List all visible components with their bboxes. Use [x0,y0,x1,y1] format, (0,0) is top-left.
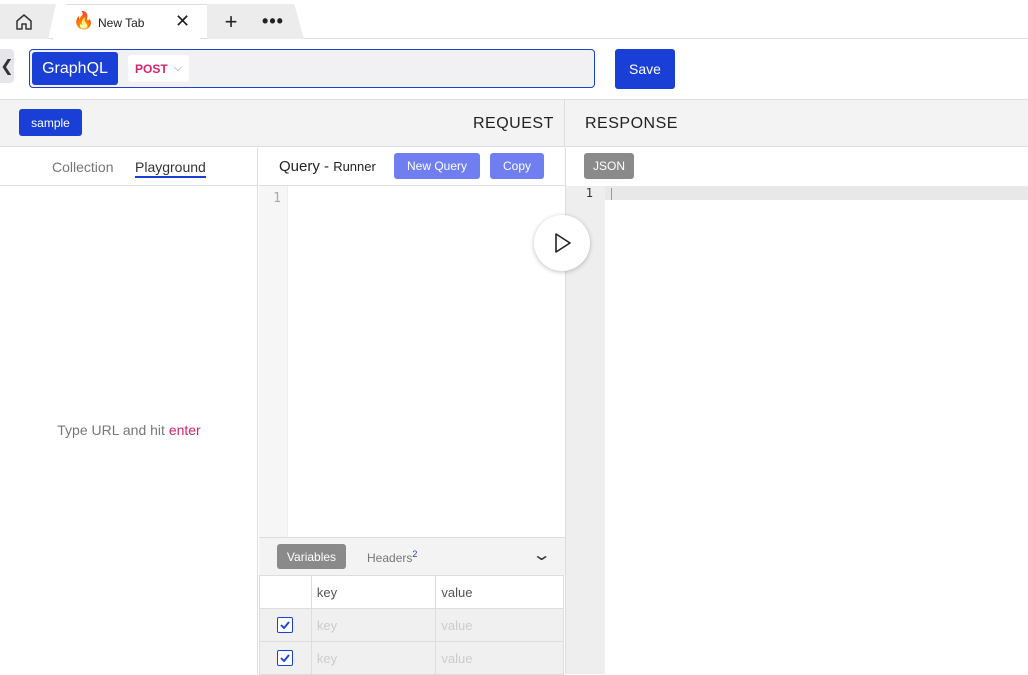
table-row: key value [259,641,564,675]
query-title-text: Query - [279,158,330,175]
variables-bar: Variables Headers2 ⌄ [259,537,565,575]
active-tab[interactable]: 🔥 New Tab ✕ [52,4,212,40]
new-query-button[interactable]: New Query [394,153,480,179]
variables-table: key value key value key value [259,575,564,675]
tab-variables[interactable]: Variables [277,544,346,569]
request-title: REQUEST [473,115,554,132]
new-tab-button[interactable]: + [207,4,255,39]
save-button[interactable]: Save [615,49,675,89]
query-runner-link[interactable]: Runner [333,159,376,174]
json-format-button[interactable]: JSON [584,153,634,179]
value-field[interactable]: value [435,641,564,675]
key-field[interactable]: key [310,641,437,675]
close-icon[interactable]: ✕ [175,11,190,31]
text-cursor [611,188,612,200]
section-header: sample REQUEST RESPONSE [0,100,1028,147]
query-line-gutter: 1 [259,186,288,537]
method-label: POST [134,61,168,76]
line-number: 1 [585,186,593,200]
copy-button[interactable]: Copy [490,153,544,179]
value-field[interactable]: value [435,608,564,642]
play-icon [555,233,571,253]
hint-text: Type URL and hit [57,422,165,438]
method-select[interactable]: POST ⌵ [128,55,189,82]
table-row: key value [259,608,564,642]
check-icon [280,620,291,629]
fire-icon: 🔥 [73,11,95,30]
tab-collection[interactable]: Collection [52,159,113,175]
query-title: Query - Runner [279,158,376,175]
headers-count-badge: 2 [412,549,418,559]
url-row: ❮ GraphQL POST ⌵ Save [0,40,1028,100]
hint-key: enter [168,422,201,438]
checkbox-cell [259,608,312,642]
divider [564,100,565,147]
checkbox-cell [259,641,312,675]
left-panel: Collection Playground Type URL and hit e… [0,148,258,674]
sample-button[interactable]: sample [19,109,82,136]
col-value-header: value [435,575,564,609]
response-panel: JSON 1 [565,148,1028,674]
query-header: Query - Runner New Query Copy [259,148,565,186]
url-input[interactable]: GraphQL POST ⌵ [29,49,595,88]
left-tabs: Collection Playground [0,148,258,186]
empty-hint: Type URL and hit enter [0,422,258,438]
table-header-cell [259,575,312,609]
tab-title: New Tab [98,16,145,30]
query-panel: Query - Runner New Query Copy 1 Variable… [259,148,590,675]
chevron-left-icon: ❮ [0,58,14,75]
key-field[interactable]: key [310,608,437,642]
plus-icon: + [224,8,238,34]
chevron-down-icon[interactable]: ⌄ [532,545,552,565]
tab-playground[interactable]: Playground [135,159,206,178]
row-checkbox[interactable] [277,649,294,666]
active-line-highlight [605,186,1028,200]
headers-label: Headers [367,551,413,565]
request-type-badge[interactable]: GraphQL [32,52,118,85]
check-icon [280,653,291,662]
home-icon [16,13,32,30]
row-checkbox[interactable] [277,616,294,633]
browser-tab-bar: 🔥 New Tab ✕ + ••• [0,0,1028,40]
response-title: RESPONSE [585,115,678,132]
chevron-down-icon: ⌵ [173,62,182,74]
col-key-header: key [310,575,437,609]
home-tab[interactable] [0,4,56,39]
line-number: 1 [273,191,281,206]
collapse-sidebar-button[interactable]: ❮ [0,49,14,83]
tab-headers[interactable]: Headers2 [367,549,417,565]
more-tabs-button[interactable]: ••• [250,4,304,39]
more-icon: ••• [262,11,284,31]
run-query-button[interactable] [534,215,590,271]
table-header-row: key value [259,575,564,609]
